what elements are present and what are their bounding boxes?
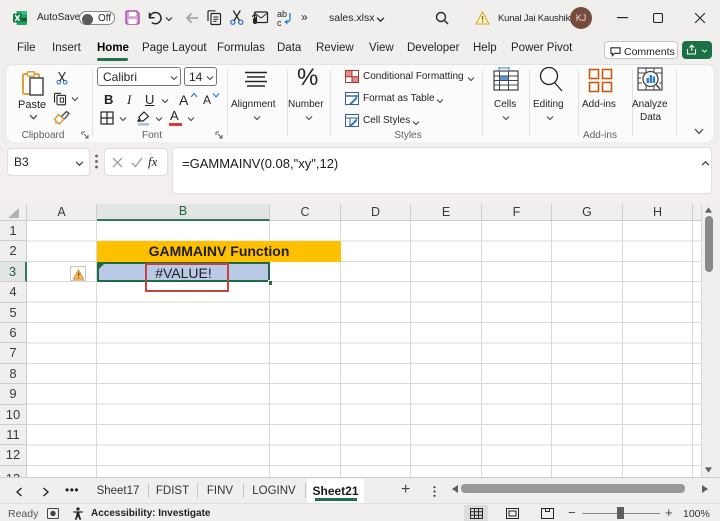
svg-text:c: c	[277, 18, 282, 27]
